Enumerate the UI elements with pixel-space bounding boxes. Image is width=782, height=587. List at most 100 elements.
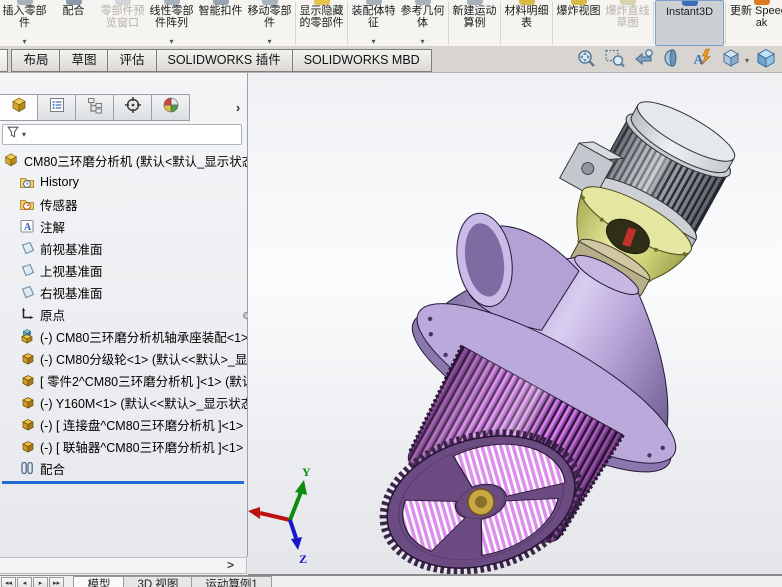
ribbon-button-label: 插入零部件	[2, 5, 47, 29]
tab-scroll-prev-button[interactable]: ◂	[17, 577, 32, 587]
annotation-view-button[interactable]: A	[690, 48, 714, 72]
tree-item[interactable]: 配合	[0, 457, 247, 479]
dimxpertmanager-icon	[124, 96, 142, 119]
ribbon-button-new-motion-study[interactable]: 新建运动算例	[450, 0, 499, 46]
tree-item[interactable]: (-) CM80三环磨分析机轴承座装配<1>	[0, 325, 247, 347]
ribbon-group-separator	[295, 2, 296, 44]
part-icon	[19, 416, 35, 432]
ribbon-button-label: 智能扣件	[198, 5, 243, 17]
ribbon-button-insert-components[interactable]: 插入零部件 ▾	[0, 0, 49, 46]
command-tab[interactable]: 布局	[11, 49, 61, 72]
document-tab[interactable]: 3D 视图	[123, 576, 193, 587]
manager-tab-dimxpertmanager[interactable]	[113, 94, 152, 121]
subassembly-icon	[19, 328, 35, 344]
svg-text:A: A	[24, 222, 32, 233]
tree-item[interactable]: 上视基准面	[0, 259, 247, 281]
tree-item[interactable]: (-) CM80分级轮<1> (默认<<默认>_显	[0, 347, 247, 369]
document-tab-bar: ◂◂ ◂ ▸ ▸▸ 模型 3D 视图 运动算例1	[0, 575, 782, 587]
tree-item[interactable]: CM80三环磨分析机 (默认<默认_显示状态-	[0, 149, 247, 171]
previous-view-button[interactable]	[632, 48, 656, 72]
tab-assembly-partial[interactable]	[0, 49, 8, 72]
ribbon-button-smart-fasteners[interactable]: 智能扣件	[196, 0, 245, 46]
zoom-to-fit-button[interactable]	[574, 48, 598, 72]
tree-item[interactable]: 原点	[0, 303, 247, 325]
panel-expand-button[interactable]: >	[227, 558, 234, 573]
manager-tab-configurationmanager[interactable]	[75, 94, 114, 121]
ribbon-button-show-hidden-components[interactable]: 显示隐藏的零部件	[297, 0, 346, 46]
ribbon-button-label: 装配体特征	[351, 5, 396, 29]
ribbon-button-linear-component-pattern[interactable]: 线性零部件阵列 ▾	[147, 0, 196, 46]
ribbon-button-bill-of-materials[interactable]: 材料明细表	[502, 0, 551, 46]
chevron-down-icon: ▾	[22, 130, 27, 139]
ribbon-button-label: Instant3D	[665, 6, 714, 18]
dropdown-caret-icon[interactable]: ▾	[22, 38, 26, 46]
tree-item[interactable]: (-) Y160M<1> (默认<<默认>_显示状态	[0, 391, 247, 413]
tab-scroll-last-button[interactable]: ▸▸	[49, 577, 64, 587]
tree-item-label: (-) CM80分级轮<1> (默认<<默认>_显	[40, 352, 247, 367]
annotations-folder-icon: A	[19, 218, 35, 234]
ribbon-button-exploded-view[interactable]: 爆炸视图	[554, 0, 603, 46]
document-tab[interactable]: 运动算例1	[191, 576, 272, 587]
document-tab[interactable]: 模型	[73, 576, 125, 587]
tree-item[interactable]: History	[0, 171, 247, 193]
tree-item[interactable]: [ 零件2^CM80三环磨分析机 ]<1> (默认	[0, 369, 247, 391]
dropdown-caret-icon[interactable]: ▾	[745, 56, 749, 65]
plane-icon	[19, 240, 35, 256]
origin-icon	[19, 306, 35, 322]
zoom-to-fit-icon	[575, 47, 597, 74]
ribbon-button-assembly-features[interactable]: 装配体特征 ▾	[349, 0, 398, 46]
zoom-to-area-button[interactable]	[603, 48, 627, 72]
tree-item[interactable]: 前视基准面	[0, 237, 247, 259]
manager-tab-displaymanager[interactable]	[151, 94, 190, 121]
ribbon-button-label: 材料明细表	[504, 5, 549, 29]
graphics-viewport[interactable]: X Y Z	[248, 73, 782, 575]
tree-item-label: (-) CM80三环磨分析机轴承座装配<1>	[40, 330, 247, 345]
display-style-button[interactable]	[754, 48, 778, 72]
tree-filter-input[interactable]: ▾	[2, 124, 242, 145]
tree-item-label: History	[40, 175, 79, 189]
ribbon-button-component-preview-window: 零部件预览窗口	[98, 0, 147, 46]
mates-icon	[19, 460, 35, 476]
heads-up-view-toolbar: A ▾	[574, 48, 778, 72]
dropdown-caret-icon[interactable]: ▾	[169, 38, 173, 46]
plane-icon	[19, 284, 35, 300]
tab-scroll-next-button[interactable]: ▸	[33, 577, 48, 587]
triad-z-label: Z	[299, 552, 307, 566]
command-tab[interactable]: SOLIDWORKS 插件	[155, 49, 293, 72]
section-view-button[interactable]	[661, 48, 685, 72]
zoom-to-area-icon	[604, 47, 626, 74]
tree-item[interactable]: 右视基准面	[0, 281, 247, 303]
manager-tab-propertymanager[interactable]	[37, 94, 76, 121]
plane-icon	[19, 262, 35, 278]
feature-manager-panel: › ▾ CM80三环磨分析机 (默认<默认_显示状态- History 传感器 A 注解…	[0, 73, 250, 557]
ribbon-button-instant3d[interactable]: Instant3D	[655, 0, 724, 46]
part-icon	[19, 372, 35, 388]
tree-item[interactable]: (-) [ 连接盘^CM80三环磨分析机 ]<1>	[0, 413, 247, 435]
dropdown-caret-icon[interactable]: ▾	[371, 38, 375, 46]
panel-flyout-chevron[interactable]: ›	[229, 94, 247, 121]
command-manager-ribbon: 插入零部件 ▾ 配合 零部件预览窗口 线性零部件阵列 ▾ 智能扣件 移动零部件 ▾ 显示隐藏的零部…	[0, 0, 782, 47]
ribbon-button-move-component[interactable]: 移动零部件 ▾	[245, 0, 294, 46]
tree-item[interactable]: 传感器	[0, 193, 247, 215]
view-orientation-button[interactable]	[719, 48, 743, 72]
tree-item[interactable]: A 注解	[0, 215, 247, 237]
ribbon-group-separator	[347, 2, 348, 44]
command-tab[interactable]: SOLIDWORKS MBD	[291, 49, 432, 72]
manager-tab-featuremanager[interactable]	[0, 94, 38, 121]
tab-scroll-first-button[interactable]: ◂◂	[1, 577, 16, 587]
rollback-bar[interactable]	[2, 481, 244, 484]
command-tab[interactable]: 评估	[107, 49, 157, 72]
command-tab[interactable]: 草图	[59, 49, 109, 72]
feature-tree: CM80三环磨分析机 (默认<默认_显示状态- History 传感器 A 注解 前视基准…	[0, 149, 247, 479]
tree-item[interactable]: (-) [ 联轴器^CM80三环磨分析机 ]<1>	[0, 435, 247, 457]
view-orientation-icon	[720, 47, 742, 74]
ribbon-button-reference-geometry[interactable]: 参考几何体 ▾	[398, 0, 447, 46]
ribbon-button-label: 更新 Speedpak	[730, 5, 782, 29]
ribbon-group-separator	[653, 2, 654, 44]
ribbon-button-mate[interactable]: 配合	[49, 0, 98, 46]
dropdown-caret-icon[interactable]: ▾	[267, 38, 271, 46]
annotation-view-icon: A	[691, 47, 713, 74]
ribbon-button-update-speedpak[interactable]: 更新 Speedpak	[727, 0, 782, 46]
dropdown-caret-icon[interactable]: ▾	[420, 38, 424, 46]
ribbon-button-explode-line-sketch: 爆炸直线草图	[603, 0, 652, 46]
